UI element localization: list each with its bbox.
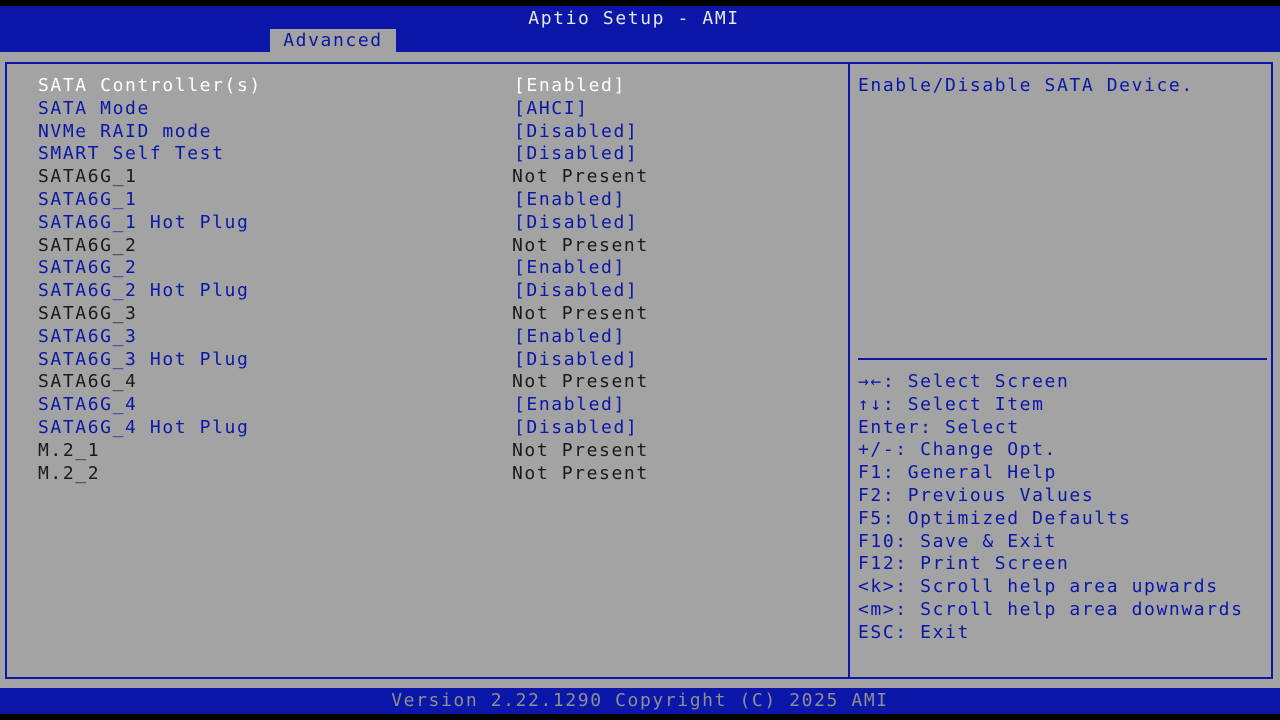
setting-value[interactable]: [Disabled]	[514, 417, 638, 440]
setting-label: SATA6G_2 Hot Plug	[38, 280, 250, 302]
setting-row: SATA6G_4 Not Present	[38, 371, 838, 394]
setting-label: NVMe RAID mode	[38, 120, 213, 142]
setting-label: SATA6G_3	[38, 302, 138, 324]
setting-row[interactable]: SATA6G_2 Hot Plug [Disabled]	[38, 280, 838, 303]
setting-row[interactable]: SATA Mode [AHCI]	[38, 98, 838, 121]
key-hint: <k>: Scroll help area upwards	[858, 576, 1219, 598]
settings-list: SATA Controller(s) [Enabled] SATA Mode [AHC…	[38, 75, 838, 485]
setting-row: SATA6G_1 Not Present	[38, 166, 838, 189]
setting-value[interactable]: [Enabled]	[514, 394, 626, 417]
setting-label: SMART Self Test	[38, 143, 225, 165]
setting-value: Not Present	[512, 302, 649, 324]
setting-row[interactable]: SATA6G_1 [Enabled]	[38, 189, 838, 212]
setting-label: M.2_2	[38, 462, 101, 484]
setting-row: SATA6G_3 Not Present	[38, 303, 838, 326]
setting-label: SATA6G_2	[38, 257, 138, 279]
setting-row[interactable]: SATA6G_2 [Enabled]	[38, 257, 838, 280]
setting-value[interactable]: [Disabled]	[514, 349, 638, 372]
setting-label: SATA6G_3	[38, 325, 138, 347]
setting-value: Not Present	[512, 462, 649, 484]
setting-label: SATA6G_3 Hot Plug	[38, 348, 250, 370]
app-title: Aptio Setup - AMI	[528, 8, 740, 29]
help-separator	[858, 358, 1267, 360]
key-hint: F10: Save & Exit	[858, 530, 1057, 552]
setting-label: SATA6G_1 Hot Plug	[38, 211, 250, 233]
setting-value[interactable]: [Disabled]	[514, 143, 638, 166]
header-bar: Aptio Setup - AMI Advanced	[0, 6, 1280, 52]
key-hint: +/-: Change Opt.	[858, 439, 1057, 461]
setting-row[interactable]: SATA6G_4 Hot Plug [Disabled]	[38, 417, 838, 440]
key-hint: Enter: Select	[858, 416, 1020, 438]
setting-value[interactable]: [Disabled]	[514, 212, 638, 235]
setting-label: SATA Mode	[38, 97, 150, 119]
setting-row[interactable]: SATA6G_3 [Enabled]	[38, 326, 838, 349]
setting-value[interactable]: [Enabled]	[514, 257, 626, 280]
setting-label: SATA6G_4 Hot Plug	[38, 416, 250, 438]
setting-label: SATA Controller(s)	[38, 75, 262, 96]
setting-value: Not Present	[512, 234, 649, 256]
setting-value[interactable]: [Enabled]	[514, 75, 626, 98]
setting-row: M.2_2 Not Present	[38, 463, 838, 486]
key-hint: F2: Previous Values	[858, 484, 1095, 506]
setting-value[interactable]: [Enabled]	[514, 326, 626, 349]
setting-label: SATA6G_2	[38, 234, 138, 256]
tab-advanced[interactable]: Advanced	[270, 29, 396, 52]
setting-label: SATA6G_4	[38, 394, 138, 416]
key-legend: →←: Select Screen ↑↓: Select Item Enter: S…	[858, 371, 1268, 645]
setting-value[interactable]: [AHCI]	[514, 98, 589, 121]
setting-label: SATA6G_1	[38, 166, 138, 188]
main-panel: SATA Controller(s) [Enabled] SATA Mode [AHC…	[0, 52, 1280, 688]
setting-value: Not Present	[512, 371, 649, 393]
key-hint: <m>: Scroll help area downwards	[858, 598, 1244, 620]
setting-value: Not Present	[512, 439, 649, 461]
key-hint: F5: Optimized Defaults	[858, 507, 1132, 529]
setting-value[interactable]: [Disabled]	[514, 280, 638, 303]
version-copyright: Version 2.22.1290 Copyright (C) 2025 AMI	[391, 690, 889, 711]
setting-value[interactable]: [Enabled]	[514, 189, 626, 212]
key-hint: ESC: Exit	[858, 621, 970, 643]
setting-row[interactable]: SATA6G_4 [Enabled]	[38, 394, 838, 417]
setting-row[interactable]: SATA Controller(s) [Enabled]	[38, 75, 838, 98]
setting-label: M.2_1	[38, 439, 101, 461]
key-hint: ↑↓: Select Item	[858, 393, 1045, 415]
setting-row: M.2_1 Not Present	[38, 440, 838, 463]
setting-value: Not Present	[512, 166, 649, 188]
setting-value[interactable]: [Disabled]	[514, 121, 638, 144]
key-hint: F1: General Help	[858, 462, 1057, 484]
setting-row: SATA6G_2 Not Present	[38, 235, 838, 258]
setting-row[interactable]: NVMe RAID mode [Disabled]	[38, 121, 838, 144]
setting-label: SATA6G_4	[38, 371, 138, 393]
panel-divider	[848, 62, 850, 679]
bottom-border	[0, 714, 1280, 720]
key-hint: F12: Print Screen	[858, 553, 1070, 575]
setting-row[interactable]: SMART Self Test [Disabled]	[38, 143, 838, 166]
setting-row[interactable]: SATA6G_1 Hot Plug [Disabled]	[38, 212, 838, 235]
setting-label: SATA6G_1	[38, 188, 138, 210]
setting-row[interactable]: SATA6G_3 Hot Plug [Disabled]	[38, 349, 838, 372]
footer-bar: Version 2.22.1290 Copyright (C) 2025 AMI	[0, 688, 1280, 714]
key-hint: →←: Select Screen	[858, 371, 1070, 392]
help-text: Enable/Disable SATA Device.	[858, 75, 1194, 96]
